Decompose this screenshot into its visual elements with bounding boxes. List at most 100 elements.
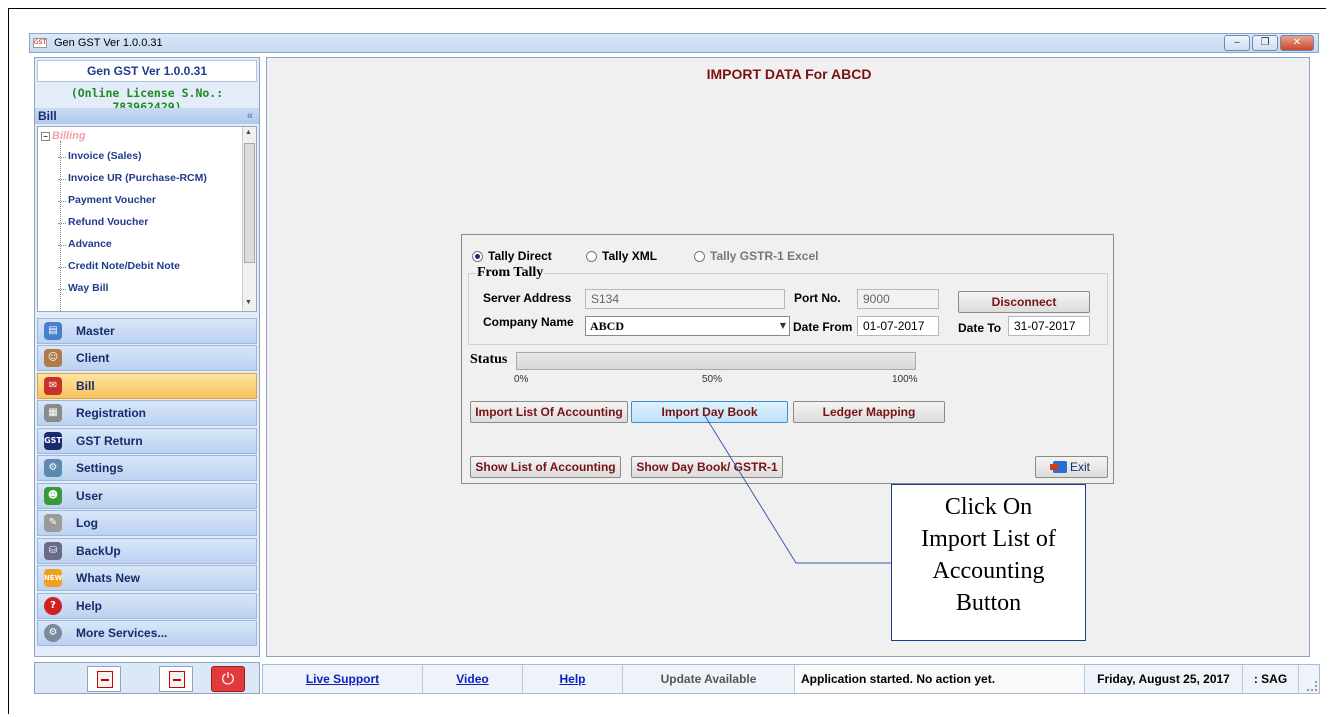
nav-bill[interactable]: ✉ Bill (37, 373, 257, 399)
ledger-mapping-button[interactable]: Ledger Mapping (793, 401, 945, 423)
tree-item-credit-debit-note[interactable]: Credit Note/Debit Note (57, 260, 180, 272)
tree-scrollbar[interactable]: ▲ ▼ (242, 127, 256, 311)
nav-master-label: Master (76, 324, 115, 338)
window-title: Gen GST Ver 1.0.0.31 (54, 37, 163, 49)
progress-tick-50: 50% (702, 374, 723, 385)
power-button[interactable]: ⏻ (211, 666, 245, 692)
exit-button-label: Exit (1069, 460, 1090, 474)
import-list-of-accounting-button[interactable]: Import List Of Accounting (470, 401, 628, 423)
restore-button[interactable]: ❐ (1252, 35, 1278, 51)
import-progress-bar (516, 352, 916, 370)
tree-root[interactable]: − Billing (41, 130, 86, 142)
nav-gst-return[interactable]: GST GST Return (37, 428, 257, 454)
chevron-down-icon[interactable]: ▼ (780, 317, 786, 335)
status-user: : SAG (1243, 665, 1299, 693)
nav-settings[interactable]: ⚙ Settings (37, 455, 257, 481)
log-icon: ✎ (44, 514, 62, 532)
tree-item-advance[interactable]: Advance (58, 238, 112, 250)
nav-master[interactable]: ▤ Master (37, 318, 257, 344)
tree-item-way-bill[interactable]: Way Bill (57, 282, 108, 294)
nav-client[interactable]: ☺ Client (37, 345, 257, 371)
date-to-label: Date To (958, 321, 1002, 335)
window-controls: ‒ ❐ ✕ (1224, 35, 1314, 51)
show-day-book-button[interactable]: Show Day Book/ GSTR-1 (631, 456, 783, 478)
bill-tree: − Billing Invoice (Sales) Invoice UR (Pur… (37, 126, 257, 312)
nav-log[interactable]: ✎ Log (37, 510, 257, 536)
document-icon (97, 671, 113, 688)
radio-tally-gstr1-excel-label: Tally GSTR-1 Excel (710, 249, 819, 263)
company-name-label: Company Name (483, 315, 574, 329)
disconnect-button[interactable]: Disconnect (958, 291, 1090, 313)
gst-icon: GST (44, 432, 62, 450)
app-icon: GST (33, 38, 47, 48)
callout-line-1: Click On (944, 494, 1033, 520)
progress-tick-100: 100% (892, 374, 918, 385)
nav-user[interactable]: ☻ User (37, 483, 257, 509)
live-support-cell: Live Support (263, 665, 423, 693)
radio-selected-icon (472, 251, 483, 262)
nav-more-services[interactable]: ⚙ More Services... (37, 620, 257, 646)
radio-icon (586, 251, 597, 262)
scroll-thumb[interactable] (244, 143, 255, 263)
nav-client-label: Client (76, 351, 110, 365)
minimize-button[interactable]: ‒ (1224, 35, 1250, 51)
show-list-of-accounting-button[interactable]: Show List of Accounting (470, 456, 621, 478)
help-cell: Help (523, 665, 623, 693)
import-panel: Tally Direct Tally XML Tally GSTR-1 Exce… (461, 234, 1114, 484)
help-link[interactable]: Help (559, 672, 585, 686)
tree-root-label: Billing (52, 130, 86, 142)
callout-line-4: Button (955, 590, 1022, 616)
close-button[interactable]: ✕ (1280, 35, 1314, 51)
update-available[interactable]: Update Available (623, 665, 795, 693)
scroll-down-icon[interactable]: ▼ (245, 299, 252, 306)
callout-line-2: Import List of (921, 526, 1056, 552)
company-select[interactable]: ABCD ▼ (585, 316, 790, 336)
nav-backup[interactable]: ⛁ BackUp (37, 538, 257, 564)
collapse-node-icon[interactable]: − (41, 132, 50, 141)
collapse-icon[interactable]: « (247, 108, 253, 124)
scroll-up-icon[interactable]: ▲ (245, 129, 252, 136)
radio-tally-direct[interactable]: Tally Direct (472, 249, 552, 263)
bill-section-header[interactable]: Bill « (35, 108, 259, 124)
nav-more-services-label: More Services... (76, 626, 168, 640)
tree-line (60, 141, 61, 311)
radio-tally-xml[interactable]: Tally XML (586, 249, 657, 263)
radio-tally-direct-label: Tally Direct (488, 249, 552, 263)
tool-button-2[interactable] (159, 666, 193, 692)
master-icon: ▤ (44, 322, 62, 340)
tree-item-payment-voucher[interactable]: Payment Voucher (58, 194, 156, 206)
nav-whats-new[interactable]: NEW Whats New (37, 565, 257, 591)
user-icon: ☻ (44, 487, 62, 505)
import-day-book-button[interactable]: Import Day Book (631, 401, 788, 423)
server-address-field[interactable]: S134 (585, 289, 785, 309)
backup-icon: ⛁ (44, 542, 62, 560)
date-to-field[interactable]: 31-07-2017 (1008, 316, 1090, 336)
tree-item-invoice-sales[interactable]: Invoice (Sales) (58, 150, 142, 162)
video-cell: Video (423, 665, 523, 693)
instruction-callout: Click On Import List of Accounting Butto… (891, 484, 1086, 641)
status-label: Status (470, 352, 508, 367)
tool-button-1[interactable] (87, 666, 121, 692)
video-link[interactable]: Video (456, 672, 488, 686)
date-from-field[interactable]: 01-07-2017 (857, 316, 939, 336)
status-bar: Live Support Video Help Update Available… (262, 664, 1320, 694)
tree-item-refund-voucher[interactable]: Refund Voucher (57, 216, 148, 228)
live-support-link[interactable]: Live Support (306, 672, 379, 686)
nav-registration[interactable]: ▦ Registration (37, 400, 257, 426)
services-icon: ⚙ (44, 624, 62, 642)
status-date: Friday, August 25, 2017 (1085, 665, 1243, 693)
bill-icon: ✉ (44, 377, 62, 395)
nav-settings-label: Settings (76, 461, 124, 475)
resize-grip[interactable] (1307, 681, 1317, 691)
settings-icon: ⚙ (44, 459, 62, 477)
from-tally-title: From Tally (476, 265, 545, 281)
nav-backup-label: BackUp (76, 544, 121, 558)
port-field[interactable]: 9000 (857, 289, 939, 309)
nav-help-label: Help (76, 599, 103, 613)
exit-button[interactable]: Exit (1035, 456, 1108, 478)
tree-item-invoice-ur[interactable]: Invoice UR (Purchase-RCM) (58, 172, 207, 184)
nav-help[interactable]: ? Help (37, 593, 257, 619)
new-icon: NEW (44, 569, 62, 587)
radio-tally-xml-label: Tally XML (602, 249, 658, 263)
sidebar-toolbar: ⏻ (34, 662, 260, 694)
